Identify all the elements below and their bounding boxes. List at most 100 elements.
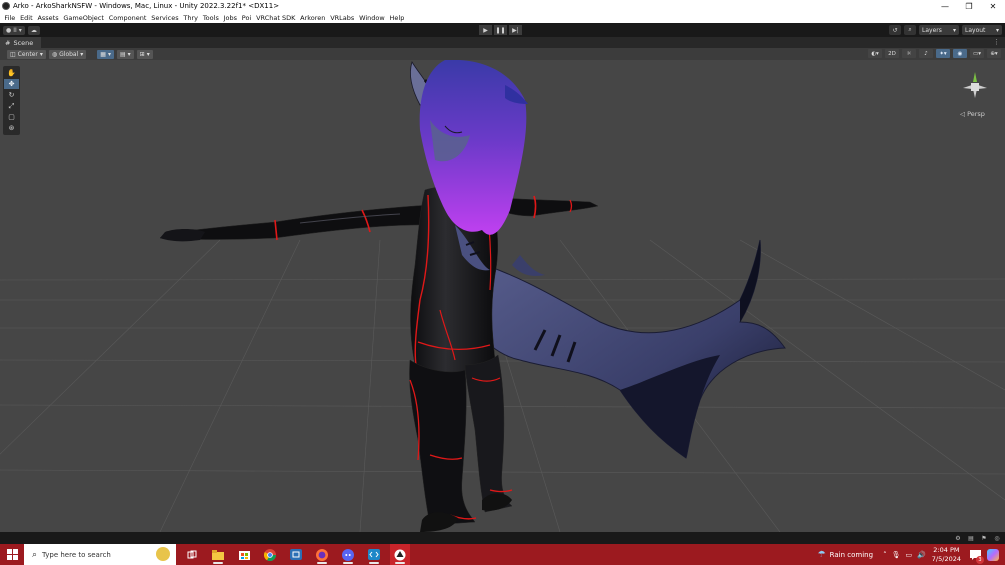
firefox-icon[interactable] bbox=[312, 544, 332, 565]
close-button[interactable]: ✕ bbox=[981, 0, 1005, 12]
transform-tool-icon[interactable]: ⊛ bbox=[4, 123, 19, 133]
restore-button[interactable]: ❐ bbox=[957, 0, 981, 12]
tab-menu-icon[interactable]: ⋮ bbox=[993, 38, 1000, 46]
task-view-icon[interactable] bbox=[182, 544, 202, 565]
scene-view-options: ◐▾ 2D ☼ ♪ ✦▾ ◉ ▭▾ ⊕▾ bbox=[868, 49, 1001, 58]
unity-editor-icon[interactable] bbox=[390, 544, 410, 565]
menu-edit[interactable]: Edit bbox=[18, 14, 35, 22]
clock[interactable]: 2:04 PM 7/5/2024 bbox=[932, 546, 961, 564]
layout-dropdown[interactable]: Layout ▾ bbox=[962, 25, 1002, 35]
projection-label[interactable]: ◁ Persp bbox=[960, 110, 985, 118]
title-bar: Arko - ArkoSharkNSFW - Windows, Mac, Lin… bbox=[0, 0, 1005, 12]
undo-history-icon[interactable]: ↺ bbox=[889, 25, 901, 35]
network-icon[interactable]: ▭ bbox=[905, 551, 912, 559]
layers-dropdown[interactable]: Layers ▾ bbox=[919, 25, 959, 35]
weather-widget[interactable]: ☂ Rain coming bbox=[818, 550, 873, 560]
rotate-tool-icon[interactable]: ↻ bbox=[4, 90, 19, 100]
lighting-icon[interactable]: ☼ bbox=[902, 49, 916, 58]
menu-arkoren[interactable]: Arkoren bbox=[298, 14, 328, 22]
chrome-icon[interactable] bbox=[260, 544, 280, 565]
snap-increment-button[interactable]: ▤ ▾ bbox=[116, 49, 134, 59]
menu-services[interactable]: Services bbox=[149, 14, 181, 22]
menu-component[interactable]: Component bbox=[106, 14, 149, 22]
menu-help[interactable]: Help bbox=[387, 14, 407, 22]
taskbar-search[interactable]: ⌕ Type here to search bbox=[24, 544, 176, 565]
effects-icon[interactable]: ✦▾ bbox=[936, 49, 950, 58]
increment-icon: ⊞ bbox=[139, 50, 145, 58]
view-tool-hand-icon[interactable]: ✋ bbox=[4, 68, 19, 78]
right-arm bbox=[504, 195, 599, 219]
notification-center-button[interactable]: 3 bbox=[969, 549, 984, 564]
audio-icon[interactable]: ♪ bbox=[919, 49, 933, 58]
menu-vrlabs[interactable]: VRLabs bbox=[328, 14, 357, 22]
system-tray: ☂ Rain coming ˄ 🎙 ▭ 🔊 2:04 PM 7/5/2024 3 bbox=[818, 544, 1005, 565]
menu-tools[interactable]: Tools bbox=[200, 14, 221, 22]
tab-scene[interactable]: # Scene bbox=[0, 37, 42, 48]
debug-icon[interactable]: ⚑ bbox=[980, 534, 988, 542]
vscode-icon[interactable] bbox=[364, 544, 384, 565]
pinned-apps bbox=[182, 544, 410, 565]
console-icon[interactable]: ▤ bbox=[967, 534, 975, 542]
scene-grid-icon: # bbox=[5, 38, 11, 47]
copilot-icon[interactable] bbox=[987, 548, 999, 561]
space-dropdown[interactable]: ◍ Global ▾ bbox=[48, 49, 87, 59]
shading-mode-icon[interactable]: ◐▾ bbox=[868, 49, 882, 58]
menu-window[interactable]: Window bbox=[357, 14, 387, 22]
pivot-mode-dropdown[interactable]: ◫ Center ▾ bbox=[7, 49, 46, 59]
window-title: Arko - ArkoSharkNSFW - Windows, Mac, Lin… bbox=[13, 2, 280, 10]
unity-logo-icon bbox=[2, 2, 10, 10]
file-explorer-icon[interactable] bbox=[208, 544, 228, 565]
chevron-down-icon: ▾ bbox=[39, 50, 43, 58]
cloud-button[interactable]: ☁ bbox=[27, 25, 40, 35]
menu-poi[interactable]: Poi bbox=[239, 14, 253, 22]
minimize-button[interactable]: — bbox=[933, 0, 957, 12]
search-icon: ⌕ bbox=[32, 549, 38, 560]
chevron-down-icon: ▾ bbox=[80, 50, 84, 58]
cloud-icon: ☁ bbox=[30, 26, 37, 34]
store-icon[interactable] bbox=[234, 544, 254, 565]
step-button[interactable]: ▶| bbox=[509, 25, 522, 35]
menu-file[interactable]: File bbox=[2, 14, 18, 22]
shark-tail bbox=[469, 239, 786, 459]
chevron-down-icon: ▾ bbox=[995, 26, 999, 34]
unity-hub-icon[interactable] bbox=[286, 544, 306, 565]
menu-vrchat-sdk[interactable]: VRChat SDK bbox=[254, 14, 298, 22]
menu-thry[interactable]: Thry bbox=[181, 14, 200, 22]
chevron-down-icon: ▾ bbox=[127, 50, 131, 58]
grid-snap-toggle[interactable]: ▦ ▾ bbox=[97, 49, 114, 59]
gizmos-icon[interactable]: ⊕▾ bbox=[987, 49, 1001, 58]
status-bar: ⚙ ▤ ⚑ ◎ bbox=[0, 532, 1005, 544]
chevron-up-icon[interactable]: ˄ bbox=[883, 551, 887, 559]
camera-icon[interactable]: ▭▾ bbox=[970, 49, 984, 58]
windows-taskbar: ⌕ Type here to search ☂ Rain coming ˄ 🎙 … bbox=[0, 544, 1005, 565]
account-label: II bbox=[13, 26, 17, 34]
orientation-gizmo[interactable] bbox=[958, 68, 992, 102]
menu-assets[interactable]: Assets bbox=[35, 14, 61, 22]
mode-2d-toggle[interactable]: 2D bbox=[885, 49, 899, 58]
menu-gameobject[interactable]: GameObject bbox=[61, 14, 106, 22]
volume-icon[interactable]: 🔊 bbox=[917, 551, 926, 559]
scene-viewport[interactable]: ✋ ✥ ↻ ⤢ ▢ ⊛ ◁ Persp bbox=[0, 60, 1005, 532]
main-toolbar: ● II ▾ ☁ ▶ ❚❚ ▶| ↺ ⌕ Layers ▾ Layout ▾ bbox=[0, 23, 1005, 37]
menu-jobs[interactable]: Jobs bbox=[221, 14, 239, 22]
tray-icons: ˄ 🎙 ▭ 🔊 bbox=[883, 551, 926, 559]
move-tool-icon[interactable]: ✥ bbox=[4, 79, 19, 89]
pause-button[interactable]: ❚❚ bbox=[494, 25, 507, 35]
hidden-objects-icon[interactable]: ◉ bbox=[953, 49, 967, 58]
increment-snap-button[interactable]: ⊞ ▾ bbox=[136, 49, 153, 59]
start-button[interactable] bbox=[0, 544, 24, 565]
chevron-down-icon: ▾ bbox=[107, 50, 111, 58]
discord-icon[interactable] bbox=[338, 544, 358, 565]
play-controls: ▶ ❚❚ ▶| bbox=[479, 25, 522, 35]
microphone-icon[interactable]: 🎙 bbox=[892, 551, 901, 559]
play-button[interactable]: ▶ bbox=[479, 25, 492, 35]
search-icon[interactable]: ⌕ bbox=[904, 25, 916, 35]
clock-time: 2:04 PM bbox=[933, 545, 960, 554]
scale-tool-icon[interactable]: ⤢ bbox=[4, 101, 19, 111]
account-dropdown[interactable]: ● II ▾ bbox=[3, 25, 25, 35]
snap-icon: ▤ bbox=[119, 50, 126, 58]
settings-icon[interactable]: ◎ bbox=[993, 534, 1001, 542]
rect-tool-icon[interactable]: ▢ bbox=[4, 112, 19, 122]
build-icon[interactable]: ⚙ bbox=[954, 534, 962, 542]
chevron-down-icon: ▾ bbox=[146, 50, 150, 58]
